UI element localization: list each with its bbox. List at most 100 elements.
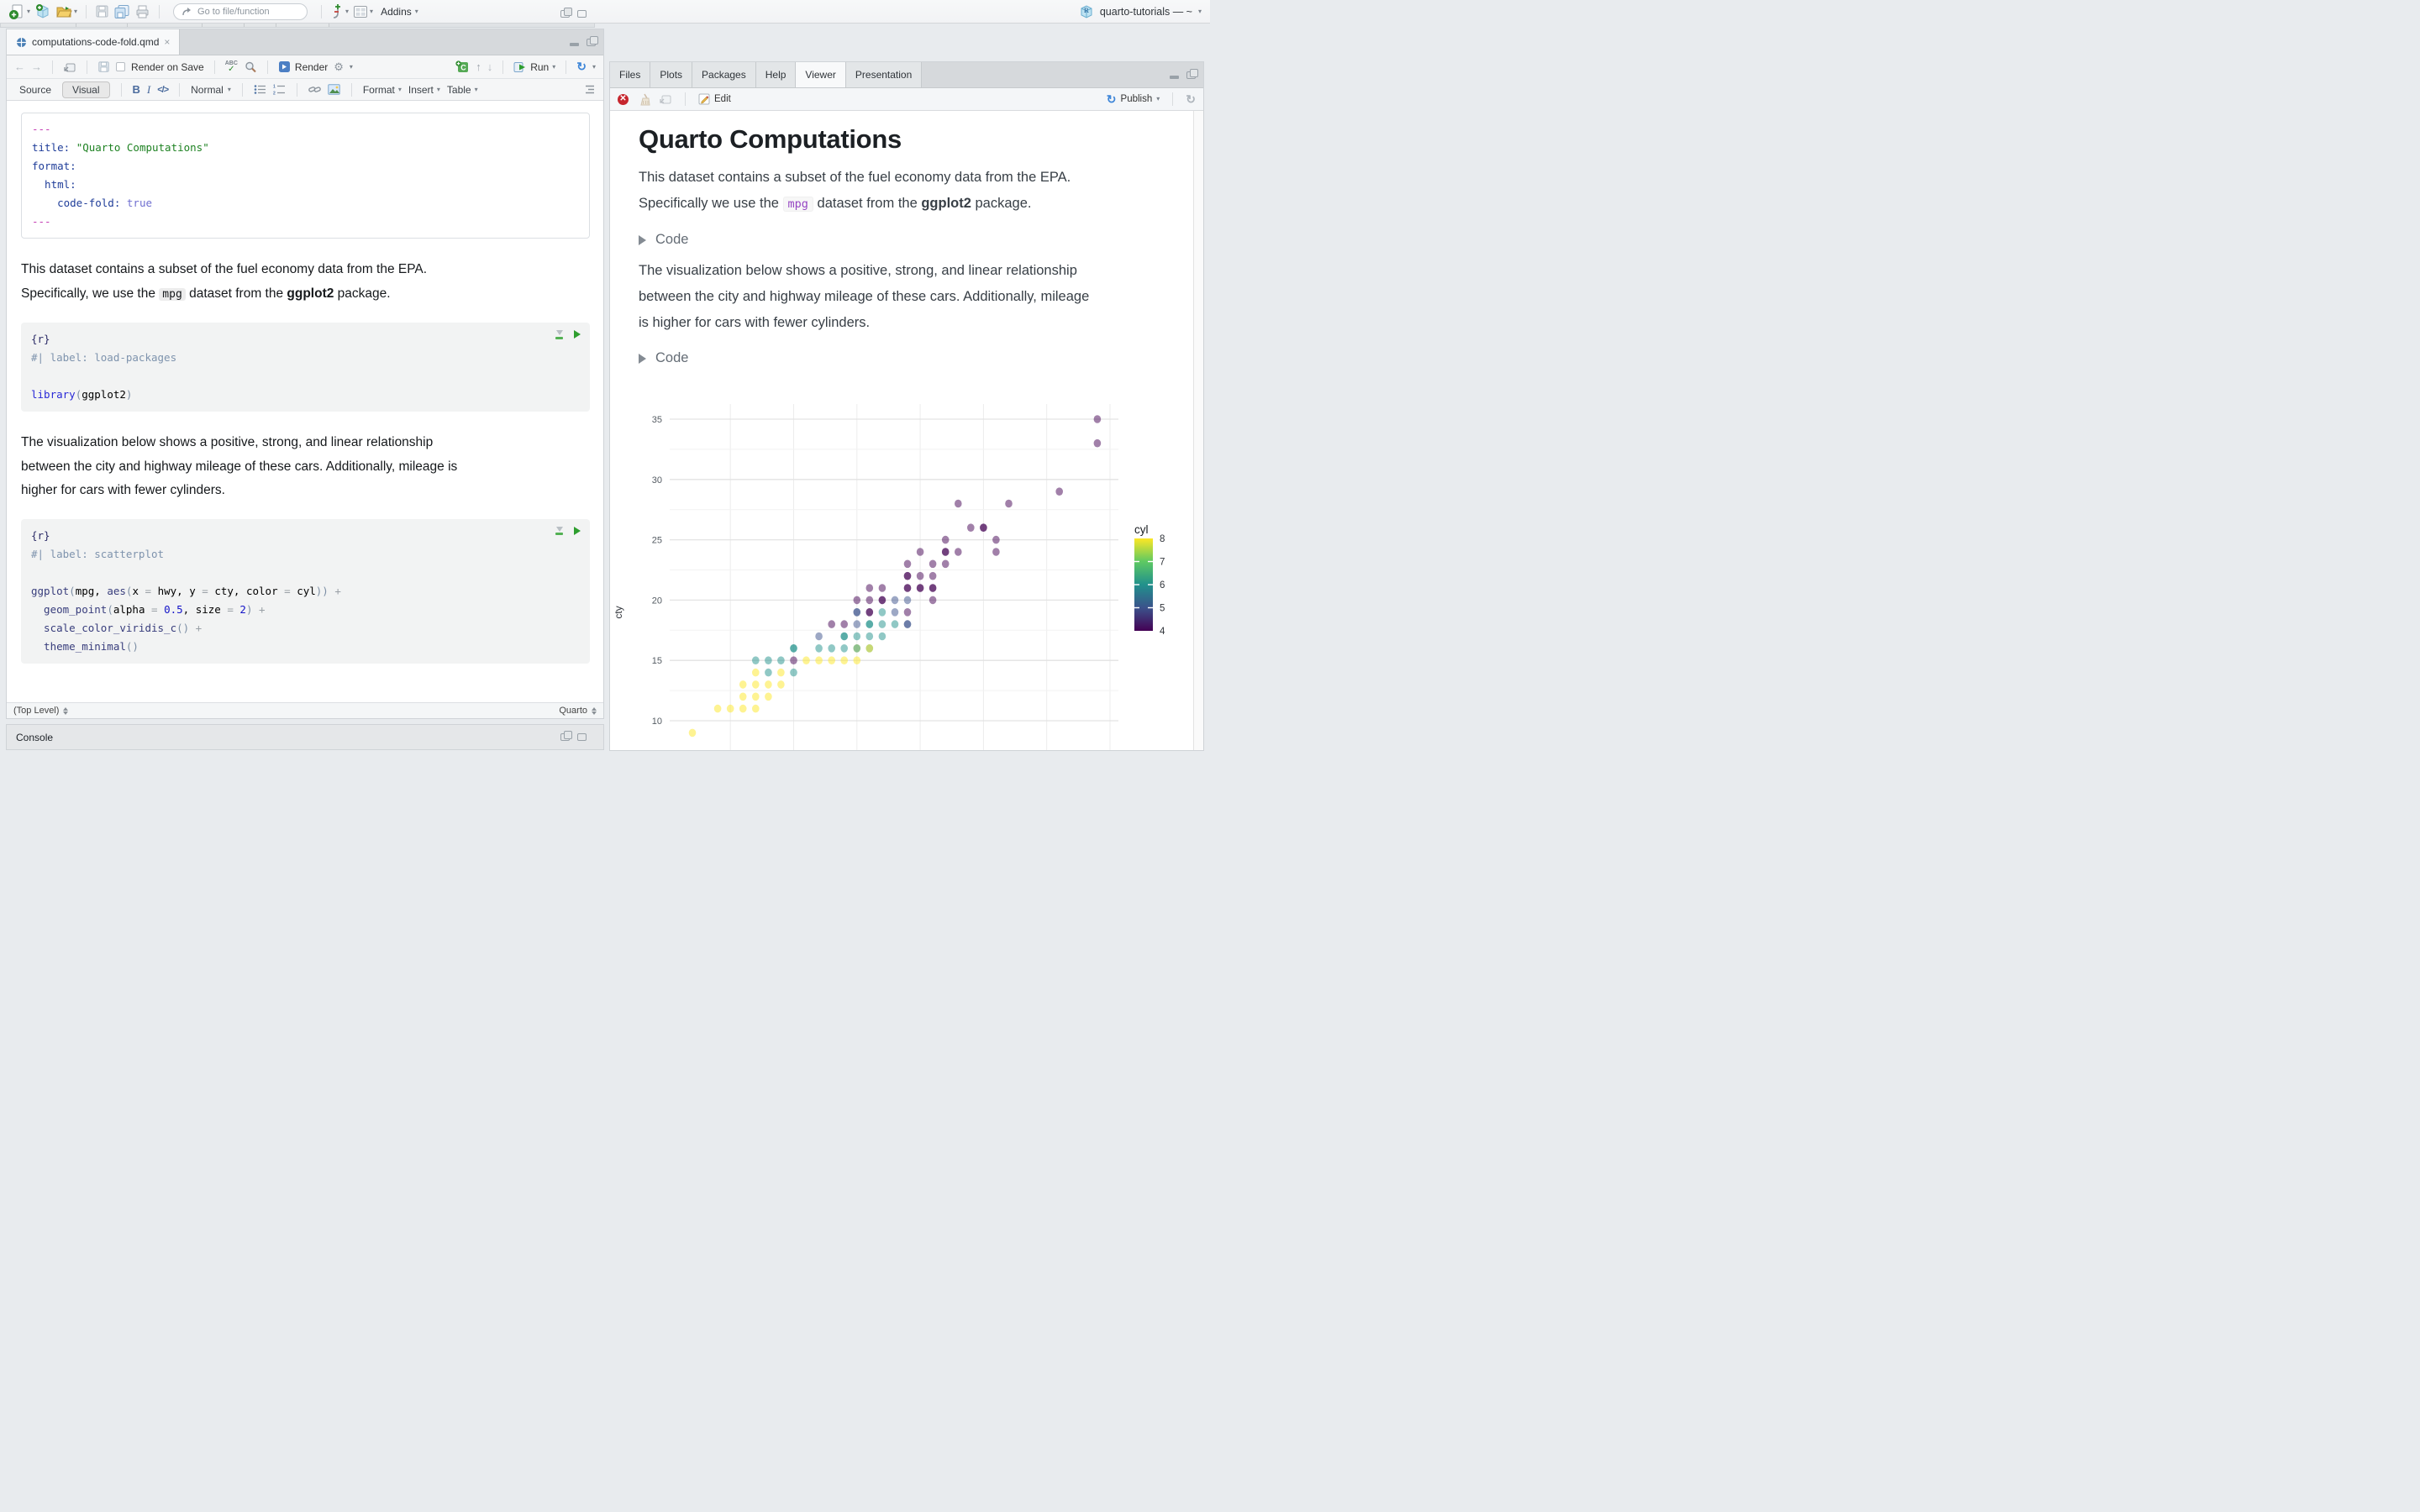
version-control-icon [333,3,341,18]
bold-button[interactable]: B [133,83,140,96]
code-line: library(ggplot2) [31,388,133,401]
run-chunks-above-icon[interactable] [555,526,563,535]
stop-viewer-icon[interactable]: ✕ [618,93,629,105]
insert-menu[interactable]: Insert ▾ [408,84,440,96]
close-tab-icon[interactable]: × [164,36,170,48]
open-file-button[interactable]: ▾ [55,3,77,20]
quarto-file-icon [17,37,26,47]
tab-plots[interactable]: Plots [650,62,693,87]
table-menu[interactable]: Table ▾ [447,84,478,96]
text-line: The visualization below shows a positive… [639,263,1077,278]
save-all-icon [114,4,129,18]
format-menu[interactable]: Format ▾ [363,84,402,96]
print-button[interactable] [134,3,150,20]
code-format-button[interactable]: </> [157,85,169,95]
tab-packages[interactable]: Packages [692,62,756,87]
addins-label: Addins [381,5,412,18]
maximize-pane-icon[interactable] [587,35,598,46]
paragraph-style-dropdown[interactable]: Normal ▾ [191,84,231,96]
rerun-caret-icon[interactable]: ▾ [592,63,596,71]
save-doc-icon[interactable] [97,60,110,73]
visual-mode-button[interactable]: Visual [62,81,110,98]
minimize-pane-icon[interactable] [1170,71,1179,79]
render-settings-gear-icon[interactable]: ⚙ [334,60,344,74]
image-icon[interactable] [328,84,340,95]
code-line: --- [32,215,51,228]
tab-presentation[interactable]: Presentation [845,62,923,87]
forward-icon[interactable]: → [31,61,42,72]
svg-text:8: 8 [1160,534,1165,544]
addins-button[interactable]: Addins ▾ [377,6,422,18]
viewer-content[interactable]: Quarto Computations This dataset contain… [610,111,1203,750]
maximize-pane-icon[interactable] [1186,68,1198,79]
yaml-block[interactable]: --- title: "Quarto Computations" format: h… [21,113,590,239]
file-type-selector[interactable]: Quarto [559,706,597,716]
maximize-console-icon[interactable] [577,733,587,741]
run-caret-icon: ▾ [552,62,556,71]
find-replace-icon[interactable] [244,60,257,74]
run-button[interactable]: Run ▾ [513,61,555,73]
svg-text:20: 20 [652,596,662,606]
project-menu[interactable]: R quarto-tutorials — ~ ▾ [1079,4,1202,19]
code-line: #| label: scatterplot [31,547,165,560]
paragraph-style-caret-icon: ▾ [227,85,231,93]
minimize-pane-icon[interactable] [570,39,579,46]
tab-help[interactable]: Help [755,62,797,87]
render-button[interactable]: Render [278,60,328,73]
popout-viewer-icon[interactable] [659,93,672,105]
tab-viewer[interactable]: Viewer [796,62,846,87]
code-line: format: [32,160,76,172]
new-project-button[interactable] [34,3,51,20]
code-chunk-load-packages[interactable]: {r} #| label: load-packages library(ggplo… [21,323,590,412]
save-button[interactable] [95,3,109,20]
code-chunk-scatterplot[interactable]: {r} #| label: scatterplot ggplot(mpg, aes… [21,518,590,664]
editor-paragraph-1[interactable]: This dataset contains a subset of the fu… [21,258,592,307]
new-file-button[interactable]: ▾ [8,3,30,20]
goto-file-function-input[interactable]: Go to file/function [173,3,308,20]
text-line: between the city and highway mileage of … [21,459,458,474]
svg-text:10: 10 [652,717,662,727]
viewer-toolbar: ✕ Edit ↻ Publish ▾ ↻ [610,88,1203,111]
back-icon[interactable]: ← [14,61,25,72]
rerun-icon[interactable]: ↻ [576,60,587,74]
code-fold-1[interactable]: Code [639,232,1193,248]
maximize-pane-icon[interactable] [577,10,587,18]
render-settings-caret-icon[interactable]: ▾ [350,63,353,71]
popout-window-icon[interactable] [63,61,76,73]
publish-icon: ↻ [1106,92,1117,106]
editor-content[interactable]: --- title: "Quarto Computations" format: h… [7,101,603,702]
bullet-list-icon[interactable] [254,84,266,95]
spellcheck-button[interactable]: ABC ✓ [225,60,238,74]
refresh-icon[interactable]: ↻ [1186,92,1196,107]
outline-toggle-icon[interactable] [582,85,595,95]
version-control-button[interactable]: ▾ [330,3,349,20]
svg-text:cyl: cyl [1134,523,1149,536]
run-chunk-icon[interactable] [574,330,581,339]
restore-pane-icon[interactable] [560,8,572,18]
save-all-button[interactable] [113,3,130,20]
code-fold-2[interactable]: Code [639,350,1193,366]
editor-statusbar: (Top Level) Quarto [7,702,603,718]
viewer-scrollbar[interactable] [1193,111,1203,750]
run-chunks-above-icon[interactable] [555,330,563,339]
clear-broom-icon[interactable] [637,93,650,106]
run-chunk-icon[interactable] [574,526,581,535]
italic-button[interactable]: I [147,83,150,97]
numbered-list-icon[interactable]: 1 2 [273,84,286,95]
publish-button[interactable]: ↻ Publish ▾ [1107,92,1160,107]
source-mode-button[interactable]: Source [15,82,55,97]
render-on-save-checkbox[interactable] [116,62,125,71]
workspace-panes-button[interactable]: ▾ [353,3,373,20]
link-icon[interactable] [308,84,321,95]
new-file-caret-icon: ▾ [27,7,31,15]
edit-button[interactable]: Edit [698,93,731,105]
editor-paragraph-2[interactable]: The visualization below shows a positive… [21,431,592,503]
go-next-chunk-icon[interactable]: ↓ [487,61,493,72]
tab-files[interactable]: Files [610,62,651,87]
restore-console-icon[interactable] [560,731,572,741]
render-on-save-label: Render on Save [131,60,204,73]
tab-computations-code-fold[interactable]: computations-code-fold.qmd × [7,29,181,55]
outline-scope-selector[interactable]: (Top Level) [13,706,69,716]
insert-chunk-icon[interactable]: C [455,60,470,74]
go-prev-chunk-icon[interactable]: ↑ [476,61,481,72]
